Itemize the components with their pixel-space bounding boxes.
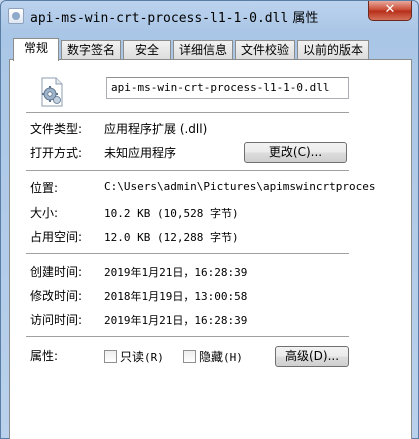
hidden-checkbox-label[interactable]: 隐藏(H) (199, 348, 243, 365)
size-on-disk-label: 占用空间: (30, 230, 83, 244)
modified-label: 修改时间: (30, 289, 83, 303)
file-name-field[interactable]: api-ms-win-crt-process-l1-1-0.dll (106, 77, 349, 99)
window-title: api-ms-win-crt-process-l1-1-0.dll 属性 (30, 7, 318, 26)
attributes-label: 属性: (30, 349, 59, 363)
close-icon: ✕ (384, 2, 396, 17)
readonly-label-text: 只读 (120, 350, 145, 364)
divider (26, 336, 349, 338)
size-on-disk-value: 12.0 KB (12,288 字节) (104, 231, 239, 244)
hidden-label-text: 隐藏 (199, 350, 224, 364)
tab-file-hash[interactable]: 文件校验 (235, 40, 295, 60)
size-label: 大小: (30, 206, 59, 220)
readonly-hotkey: (R) (144, 351, 164, 364)
hidden-hotkey: (H) (223, 351, 243, 364)
divider (26, 253, 349, 255)
location-value: C:\Users\admin\Pictures\apimswincrtproce… (104, 180, 376, 193)
file-type-value: 应用程序扩展 (.dll) (104, 122, 208, 136)
created-label: 创建时间: (30, 265, 83, 279)
tab-previous-versions[interactable]: 以前的版本 (297, 40, 369, 60)
opens-with-value: 未知应用程序 (104, 146, 177, 160)
tab-general[interactable]: 常规 (13, 38, 59, 61)
title-bar[interactable]: api-ms-win-crt-process-l1-1-0.dll 属性 ✕ (1, 1, 418, 31)
close-button[interactable]: ✕ (368, 1, 412, 21)
divider (26, 170, 349, 172)
file-icon (8, 8, 24, 24)
properties-window: api-ms-win-crt-process-l1-1-0.dll 属性 ✕ 常… (0, 0, 419, 439)
advanced-button[interactable]: 高级(D)... (275, 346, 349, 367)
tab-digital-signatures[interactable]: 数字签名 (61, 40, 121, 60)
window-title-filename: api-ms-win-crt-process-l1-1-0.dll (30, 11, 289, 26)
size-value: 10.2 KB (10,528 字节) (104, 207, 239, 220)
location-label: 位置: (30, 181, 59, 195)
accessed-value: 2019年1月21日，16:28:39 (104, 314, 248, 327)
created-value: 2019年1月21日，16:28:39 (104, 266, 248, 279)
file-type-label: 文件类型: (30, 122, 83, 136)
dll-gear-file-icon (41, 77, 63, 107)
window-title-suffix: 属性 (288, 11, 319, 26)
hidden-checkbox[interactable] (183, 350, 196, 363)
tab-details[interactable]: 详细信息 (173, 40, 233, 60)
divider (26, 112, 349, 114)
modified-value: 2018年1月19日，13:00:58 (104, 290, 248, 303)
change-button[interactable]: 更改(C)... (244, 142, 347, 163)
tab-security[interactable]: 安全 (123, 40, 171, 60)
opens-with-label: 打开方式: (30, 146, 83, 160)
accessed-label: 访问时间: (30, 313, 83, 327)
readonly-checkbox-label[interactable]: 只读(R) (120, 348, 164, 365)
readonly-checkbox[interactable] (104, 350, 117, 363)
general-panel: api-ms-win-crt-process-l1-1-0.dll 文件类型: … (9, 59, 412, 439)
